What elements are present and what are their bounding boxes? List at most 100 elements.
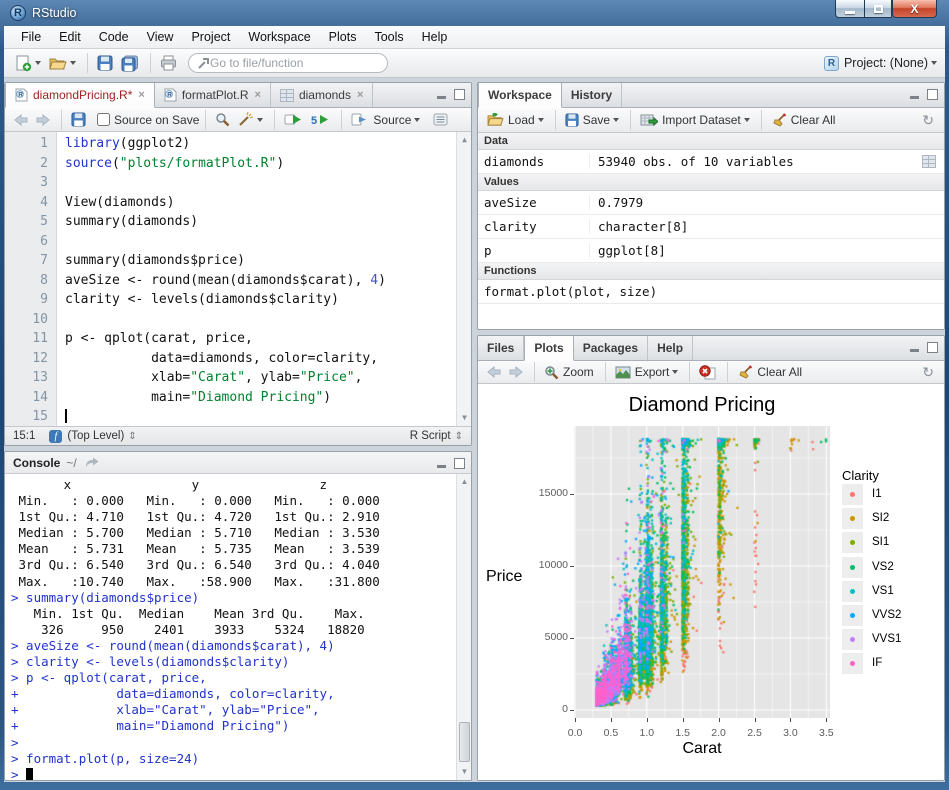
load-workspace-button[interactable]: Load — [484, 111, 547, 129]
scroll-up-icon[interactable]: ▲ — [458, 475, 471, 489]
close-button[interactable]: X — [892, 0, 937, 18]
outline-button[interactable] — [430, 111, 451, 128]
file-type-label[interactable]: R Script — [410, 430, 451, 442]
project-caret-icon — [931, 61, 937, 65]
scope-label[interactable]: (Top Level) — [67, 430, 124, 442]
scrollbar-thumb[interactable] — [459, 722, 470, 762]
tab-plots-help[interactable]: Help — [648, 336, 693, 360]
minimize-button[interactable] — [835, 0, 864, 18]
pane-minimize-icon[interactable] — [436, 89, 448, 100]
code-text[interactable]: library(ggplot2)source("plots/formatPlot… — [57, 132, 471, 426]
menu-item-tools[interactable]: Tools — [365, 26, 412, 48]
nav-forward-button[interactable] — [33, 112, 53, 128]
nav-back-button[interactable] — [11, 112, 31, 128]
clear-plots-button[interactable]: Clear All — [734, 363, 805, 381]
console-output-line: 3rd Qu.: 6.540 3rd Qu.: 6.540 3rd Qu.: 4… — [11, 557, 456, 573]
open-file-button[interactable] — [46, 54, 79, 73]
scroll-down-icon[interactable]: ▼ — [458, 765, 471, 779]
menu-item-code[interactable]: Code — [90, 26, 138, 48]
save-button[interactable] — [94, 53, 116, 73]
scroll-up-icon[interactable]: ▲ — [458, 133, 471, 147]
remove-plot-button[interactable] — [696, 363, 719, 382]
plots-toolbar: Zoom Export Clear All ↻ — [478, 361, 944, 384]
tab-plots-plots[interactable]: Plots — [524, 336, 573, 361]
code-tools-button[interactable] — [235, 110, 266, 129]
code-line: aveSize <- round(mean(diamonds$carat), 4… — [65, 271, 471, 291]
goto-file-search[interactable] — [188, 53, 388, 73]
legend-point-icon — [850, 492, 855, 497]
pane-maximize-icon[interactable] — [454, 89, 465, 100]
legend-key — [842, 653, 863, 674]
new-file-icon — [15, 55, 32, 72]
legend-point-icon — [850, 540, 855, 545]
save-workspace-button[interactable]: Save — [562, 111, 622, 129]
console-output-line: Min. 1st Qu. Median Mean 3rd Qu. Max. — [11, 606, 456, 622]
workspace-object-row[interactable]: pggplot[8] — [478, 239, 944, 263]
scroll-down-icon[interactable]: ▼ — [458, 411, 471, 425]
menu-item-file[interactable]: File — [12, 26, 50, 48]
code-editor[interactable]: 123456789101112131415 library(ggplot2)so… — [5, 132, 471, 426]
menu-item-view[interactable]: View — [138, 26, 183, 48]
editor-tab-diamonds[interactable]: diamonds× — [271, 83, 373, 107]
cursor-position: 15:1 — [13, 430, 35, 442]
source-icon — [351, 113, 369, 126]
source-button[interactable]: Source — [348, 111, 423, 129]
source-on-save-checkbox[interactable] — [97, 113, 110, 126]
menu-item-project[interactable]: Project — [182, 26, 239, 48]
open-in-window-icon[interactable] — [85, 457, 99, 468]
console-scrollbar[interactable]: ▲ ▼ — [456, 474, 471, 780]
pane-minimize-icon[interactable] — [909, 89, 921, 100]
print-button[interactable] — [157, 53, 180, 73]
tab-close-icon[interactable]: × — [255, 89, 261, 101]
pane-maximize-icon[interactable] — [927, 89, 938, 100]
code-token: , ylab= — [245, 370, 300, 385]
run-button[interactable] — [281, 111, 306, 128]
menu-item-plots[interactable]: Plots — [320, 26, 366, 48]
editor-tab-diamondpricingr[interactable]: RdiamondPricing.R*× — [5, 83, 155, 108]
menu-item-workspace[interactable]: Workspace — [239, 26, 319, 48]
workspace-object-row[interactable]: format.plot(plot, size) — [478, 280, 944, 304]
pane-minimize-icon[interactable] — [909, 342, 921, 353]
project-selector[interactable]: R Project: (None) — [824, 56, 937, 71]
title-bar[interactable]: R RStudio X — [0, 0, 949, 26]
new-file-button[interactable] — [12, 53, 44, 74]
import-dataset-button[interactable]: Import Dataset — [637, 111, 753, 129]
object-value: ggplot[8] — [590, 243, 944, 258]
editor-tab-formatplotr[interactable]: RformatPlot.R× — [155, 83, 271, 107]
save-all-button[interactable] — [118, 53, 142, 74]
refresh-workspace-icon[interactable]: ↻ — [922, 112, 938, 129]
workspace-object-row[interactable]: diamonds53940 obs. of 10 variables — [478, 150, 944, 174]
maximize-button[interactable] — [864, 0, 892, 18]
find-button[interactable] — [212, 110, 233, 129]
tab-close-icon[interactable]: × — [138, 89, 144, 101]
y-tick-mark — [570, 494, 574, 495]
clear-workspace-button[interactable]: Clear All — [768, 111, 839, 129]
export-plot-button[interactable]: Export — [612, 363, 682, 381]
workspace-object-row[interactable]: claritycharacter[8] — [478, 215, 944, 239]
menu-item-edit[interactable]: Edit — [50, 26, 90, 48]
tab-plots-files[interactable]: Files — [478, 336, 524, 360]
code-token: "plots/formatPlot.R" — [120, 156, 277, 171]
pane-minimize-icon[interactable] — [436, 458, 448, 469]
editor-save-button[interactable] — [68, 110, 89, 129]
view-data-grid-icon[interactable] — [922, 155, 936, 168]
goto-file-input[interactable] — [210, 56, 370, 70]
editor-scrollbar[interactable]: ▲ ▼ — [456, 132, 471, 426]
zoom-plot-button[interactable]: Zoom — [541, 363, 597, 382]
tab-close-icon[interactable]: × — [357, 89, 363, 101]
tab-plots-packages[interactable]: Packages — [574, 336, 648, 360]
console-output[interactable]: x y z Min. : 0.000 Min. : 0.000 Min. : 0… — [5, 474, 456, 780]
refresh-plot-icon[interactable]: ↻ — [922, 364, 938, 381]
legend-key — [842, 484, 863, 505]
menu-bar: FileEditCodeViewProjectWorkspacePlotsToo… — [4, 26, 945, 49]
next-plot-button[interactable] — [506, 364, 526, 380]
rerun-button[interactable]: 5 — [308, 111, 333, 128]
pane-maximize-icon[interactable] — [927, 342, 938, 353]
menu-item-help[interactable]: Help — [413, 26, 457, 48]
tab-workspace-workspace[interactable]: Workspace — [478, 83, 562, 108]
workspace-object-row[interactable]: aveSize0.7979 — [478, 191, 944, 215]
previous-plot-button[interactable] — [484, 364, 504, 380]
tab-workspace-history[interactable]: History — [562, 83, 622, 107]
pane-maximize-icon[interactable] — [454, 458, 465, 469]
code-line — [65, 232, 471, 252]
